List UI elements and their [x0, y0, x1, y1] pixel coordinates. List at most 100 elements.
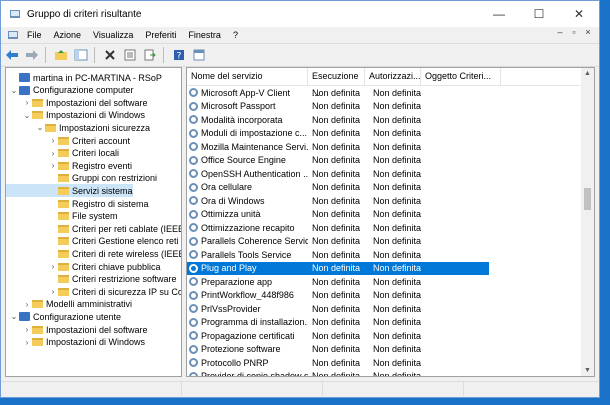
child-close-button[interactable]: ×: [581, 27, 595, 37]
tree-item[interactable]: File system: [6, 210, 118, 223]
minimize-button[interactable]: —: [479, 1, 519, 27]
tree-item[interactable]: › Criteri chiave pubblica: [6, 260, 161, 273]
service-row[interactable]: Propagazione certificati Non definita Non …: [187, 329, 581, 343]
tree-item[interactable]: › Modelli amministrativi: [6, 298, 132, 311]
service-row[interactable]: Parallels Tools Service Non definita Non d…: [187, 248, 581, 262]
chevron-right-icon[interactable]: ›: [48, 161, 58, 170]
back-arrow-icon[interactable]: [3, 46, 21, 64]
tree-item-label: Criteri di rete wireless (IEEE: [72, 248, 182, 259]
tree-item[interactable]: › Registro eventi: [6, 159, 132, 172]
chevron-right-icon[interactable]: ›: [22, 98, 32, 107]
forward-arrow-icon[interactable]: [23, 46, 41, 64]
startup-cell: Non definita: [312, 168, 361, 179]
column-header-service-name[interactable]: Nome del servizio: [187, 68, 308, 85]
tree-item[interactable]: Registro di sistema: [6, 197, 149, 210]
tree-item[interactable]: martina in PC-MARTINA - RSoP: [6, 71, 162, 84]
child-minimize-button[interactable]: –: [553, 27, 567, 37]
chevron-right-icon[interactable]: ›: [22, 338, 32, 347]
tree-item[interactable]: › Criteri locali: [6, 147, 119, 160]
service-row[interactable]: Office Source Engine Non definita Non defi…: [187, 154, 581, 168]
menu-preferiti[interactable]: Preferiti: [139, 30, 182, 40]
service-row[interactable]: Microsoft App-V Client Non definita Non de…: [187, 86, 581, 100]
service-row[interactable]: PrlVssProvider Non definita Non definita: [187, 302, 581, 316]
delete-icon[interactable]: [101, 46, 119, 64]
chevron-right-icon[interactable]: ›: [48, 149, 58, 158]
show-hide-tree-icon[interactable]: [72, 46, 90, 64]
service-gear-icon: [189, 169, 198, 179]
menu-finestra[interactable]: Finestra: [182, 30, 227, 40]
column-header-startup[interactable]: Esecuzione ...: [308, 68, 365, 98]
service-row[interactable]: Modalità incorporata Non definita Non defi…: [187, 113, 581, 127]
help-icon[interactable]: ?: [170, 46, 188, 64]
tree-item[interactable]: ⌄ Impostazioni sicurezza: [6, 121, 150, 134]
service-name: Ottimizza unità: [201, 209, 261, 220]
maximize-button[interactable]: ☐: [519, 1, 559, 27]
scroll-thumb[interactable]: [584, 188, 591, 210]
service-row[interactable]: Ora di Windows Non definita Non definita: [187, 194, 581, 208]
tree-item[interactable]: › Impostazioni del software: [6, 323, 148, 336]
chevron-right-icon[interactable]: ›: [22, 300, 32, 309]
chevron-down-icon[interactable]: ⌄: [9, 86, 19, 95]
column-header-permission[interactable]: Autorizzazi...: [365, 68, 421, 85]
service-row[interactable]: Programma di installazion... Non definita…: [187, 316, 581, 330]
service-row[interactable]: Protezione software Non definita Non defin…: [187, 343, 581, 357]
up-folder-icon[interactable]: [52, 46, 70, 64]
tree-item[interactable]: Servizi sistema: [6, 184, 133, 198]
tree-item[interactable]: ⌄ Configurazione utente: [6, 310, 121, 323]
tree-item[interactable]: ⌄ Impostazioni di Windows: [6, 109, 145, 122]
vertical-scrollbar[interactable]: ▲ ▼: [581, 68, 594, 376]
service-row[interactable]: Plug and Play Non definita Non definita: [187, 261, 489, 275]
child-restore-button[interactable]: ▫: [567, 27, 581, 37]
menu-file[interactable]: File: [21, 30, 48, 40]
tree-item[interactable]: Criteri restrizione software: [6, 273, 177, 286]
properties-icon[interactable]: [121, 46, 139, 64]
tree-item[interactable]: › Impostazioni del software: [6, 96, 148, 109]
tree-item[interactable]: Gruppi con restrizioni: [6, 172, 157, 185]
chevron-down-icon[interactable]: ⌄: [9, 312, 19, 321]
folder-icon: [45, 123, 56, 132]
folder-icon: [58, 237, 69, 246]
menu-help[interactable]: ?: [227, 30, 244, 40]
service-row[interactable]: Parallels Coherence Service Non definita N…: [187, 235, 581, 249]
menu-azione[interactable]: Azione: [48, 30, 88, 40]
title-bar[interactable]: Gruppo di criteri risultante — ☐ ✕: [1, 1, 599, 27]
service-row[interactable]: Mozilla Maintenance Servi... Non definita…: [187, 140, 581, 154]
service-row[interactable]: PrintWorkflow_448f986 Non definita Non def…: [187, 289, 581, 303]
service-row[interactable]: Provider di copie shadow s... Non definit…: [187, 370, 581, 376]
service-row[interactable]: Protocollo PNRP Non definita Non definita: [187, 356, 581, 370]
scroll-down-icon[interactable]: ▼: [581, 367, 594, 374]
startup-cell: Non definita: [312, 303, 361, 314]
export-list-icon[interactable]: [141, 46, 159, 64]
chevron-down-icon[interactable]: ⌄: [35, 123, 45, 132]
scroll-up-icon[interactable]: ▲: [581, 70, 594, 77]
tree-item[interactable]: Criteri Gestione elenco reti: [6, 235, 179, 248]
console-window-icon[interactable]: [190, 46, 208, 64]
service-name: Programma di installazion...: [201, 317, 308, 328]
chevron-right-icon[interactable]: ›: [48, 136, 58, 145]
tree-item[interactable]: › Criteri account: [6, 134, 130, 147]
service-row[interactable]: Ora cellulare Non definita Non definita: [187, 181, 581, 195]
chevron-right-icon[interactable]: ›: [48, 262, 58, 271]
tree-item[interactable]: › Criteri di sicurezza IP su Co: [6, 285, 181, 298]
service-row[interactable]: OpenSSH Authentication ... Non definita No…: [187, 167, 581, 181]
console-tree[interactable]: martina in PC-MARTINA - RSoP ⌄ Configurazi…: [5, 67, 182, 377]
service-row[interactable]: Microsoft Passport Non definita Non defini…: [187, 100, 581, 114]
folder-icon: [58, 287, 69, 296]
tree-item[interactable]: › Impostazioni di Windows: [6, 336, 145, 349]
service-name: Propagazione certificati: [201, 330, 295, 341]
chevron-down-icon[interactable]: ⌄: [22, 111, 32, 120]
console-menu-icon[interactable]: [7, 29, 19, 41]
tree-item[interactable]: Criteri di rete wireless (IEEE: [6, 247, 182, 260]
service-row[interactable]: Ottimizzazione recapito Non definita Non d…: [187, 221, 581, 235]
service-row[interactable]: Moduli di impostazione c... Non definita N…: [187, 127, 581, 141]
tree-item[interactable]: Criteri per reti cablate (IEEE: [6, 222, 181, 235]
chevron-right-icon[interactable]: ›: [48, 287, 58, 296]
chevron-right-icon[interactable]: ›: [22, 325, 32, 334]
services-list[interactable]: Nome del servizio Esecuzione ... Autoriz…: [186, 67, 595, 377]
menu-visualizza[interactable]: Visualizza: [87, 30, 139, 40]
close-button[interactable]: ✕: [559, 1, 599, 27]
service-row[interactable]: Preparazione app Non definita Non definita: [187, 275, 581, 289]
tree-item[interactable]: ⌄ Configurazione computer: [6, 84, 134, 97]
column-header-gpo[interactable]: Oggetto Criteri...: [421, 68, 501, 85]
service-row[interactable]: Ottimizza unità Non definita Non definita: [187, 208, 581, 222]
